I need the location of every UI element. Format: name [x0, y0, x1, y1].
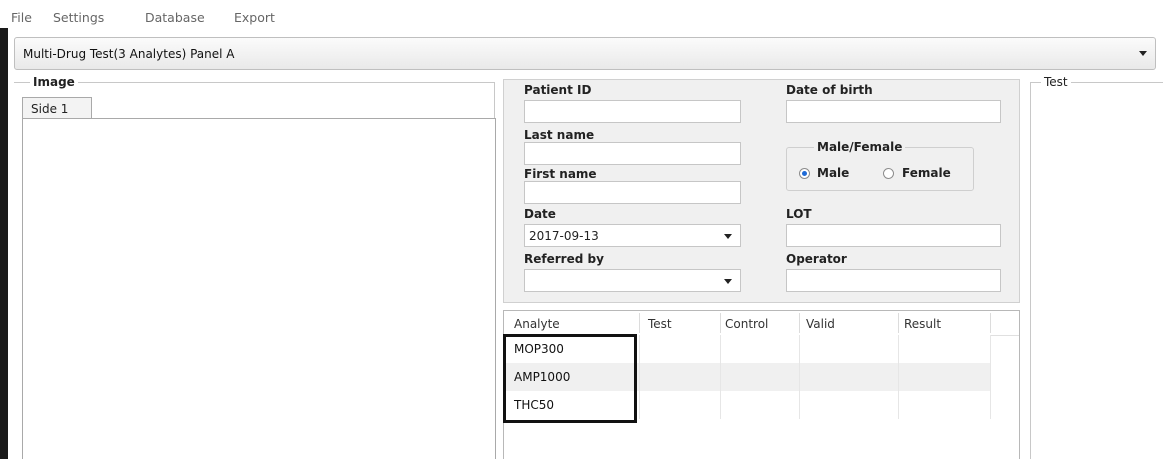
lot-field[interactable]: [786, 224, 1001, 247]
patient-id-field[interactable]: [524, 100, 741, 123]
menu-file[interactable]: File: [11, 10, 32, 25]
operator-field[interactable]: [786, 269, 1001, 292]
first-name-label: First name: [524, 167, 597, 181]
column-header-analyte[interactable]: Analyte: [514, 317, 560, 331]
sex-group: Male/Female Male Female: [786, 140, 974, 191]
analyte-highlight-box: [503, 334, 637, 423]
male-radio[interactable]: [799, 168, 810, 179]
male-label[interactable]: Male: [817, 166, 849, 180]
column-header-valid[interactable]: Valid: [806, 317, 835, 331]
test-group: Test: [1030, 75, 1163, 459]
date-label: Date: [524, 207, 556, 221]
female-radio[interactable]: [883, 168, 894, 179]
test-group-title: Test: [1041, 75, 1071, 89]
referred-by-dropdown[interactable]: [524, 269, 741, 292]
menu-database[interactable]: Database: [145, 10, 205, 25]
image-pane: [22, 118, 496, 459]
chevron-down-icon: [724, 234, 732, 239]
panel-select-value: Multi-Drug Test(3 Analytes) Panel A: [23, 47, 235, 61]
chevron-down-icon: [724, 279, 732, 284]
column-header-test[interactable]: Test: [648, 317, 672, 331]
column-header-result[interactable]: Result: [904, 317, 941, 331]
menu-settings[interactable]: Settings: [53, 10, 104, 25]
image-group-title: Image: [30, 75, 78, 89]
tab-side-1[interactable]: Side 1: [22, 97, 92, 119]
dob-label: Date of birth: [786, 83, 873, 97]
window-left-edge: [0, 0, 8, 459]
sex-group-title: Male/Female: [814, 140, 906, 154]
last-name-label: Last name: [524, 128, 595, 142]
grid-header: Analyte Test Control Valid Result: [504, 311, 1019, 336]
menu-bar: File Settings Database Export: [0, 0, 1163, 28]
dob-field[interactable]: [786, 100, 1001, 123]
column-header-control[interactable]: Control: [725, 317, 768, 331]
referred-by-label: Referred by: [524, 252, 604, 266]
first-name-field[interactable]: [524, 181, 741, 204]
menu-export[interactable]: Export: [234, 10, 275, 25]
date-value: 2017-09-13: [529, 229, 599, 243]
panel-select[interactable]: Multi-Drug Test(3 Analytes) Panel A: [14, 37, 1156, 70]
female-label[interactable]: Female: [902, 166, 951, 180]
patient-form: Patient ID Date of birth Last name Male/…: [503, 79, 1020, 303]
operator-label: Operator: [786, 252, 847, 266]
chevron-down-icon: [1139, 51, 1147, 56]
lot-label: LOT: [786, 207, 812, 221]
last-name-field[interactable]: [524, 142, 741, 165]
date-dropdown[interactable]: 2017-09-13: [524, 224, 741, 247]
tab-side-1-label: Side 1: [31, 102, 69, 116]
patient-id-label: Patient ID: [524, 83, 592, 97]
